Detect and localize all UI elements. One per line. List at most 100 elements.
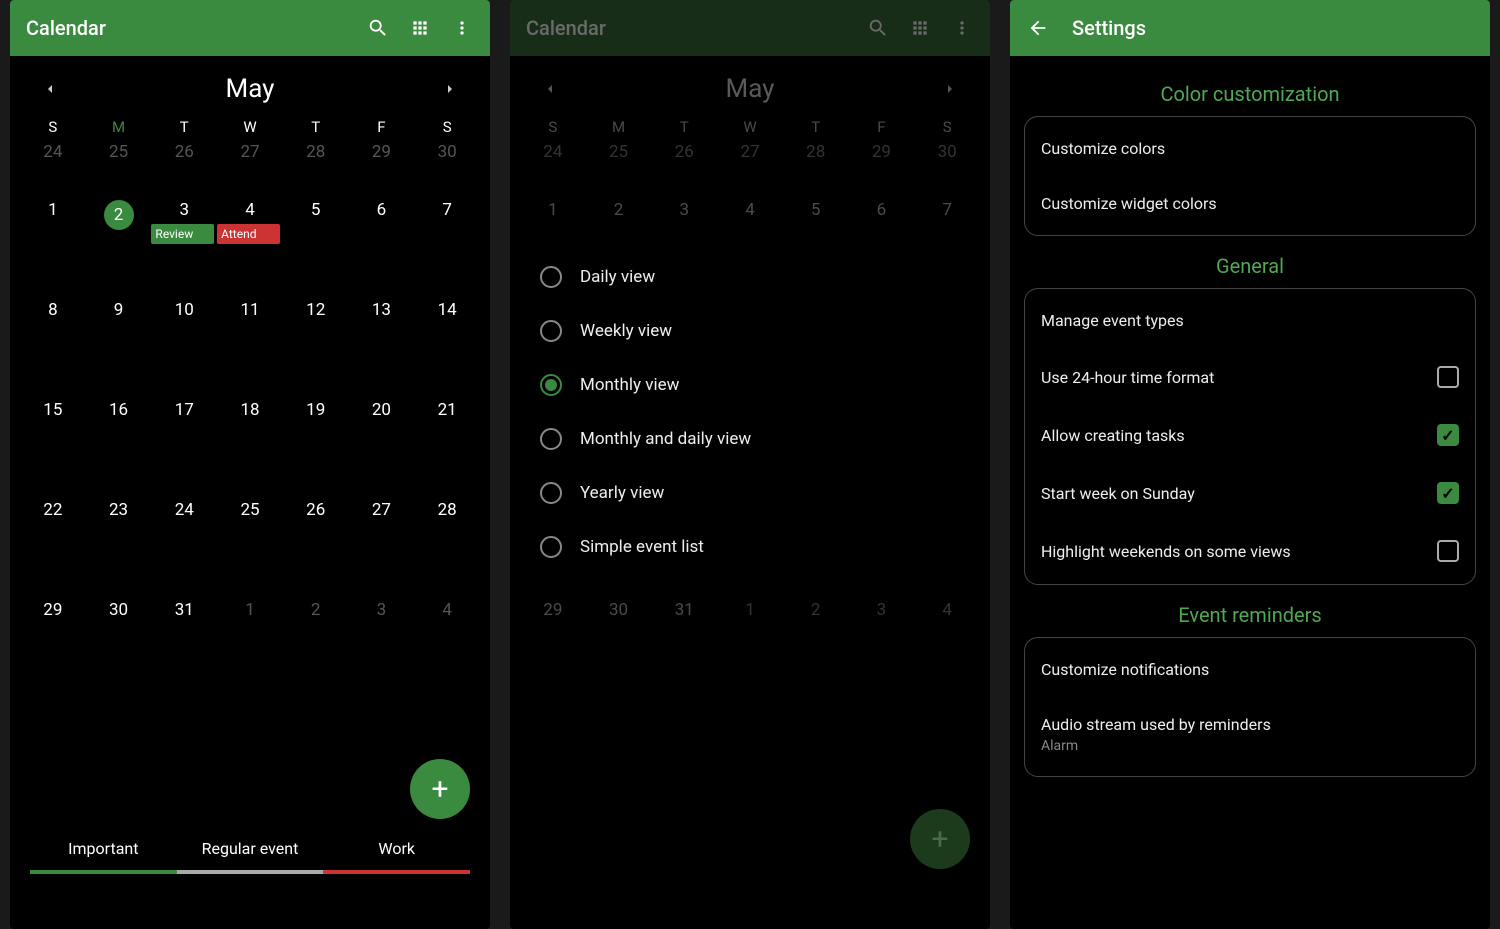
day-cell[interactable]: 29 (520, 594, 586, 694)
setting-label: Use 24-hour time format (1041, 368, 1214, 387)
filter-tab[interactable]: Work (323, 829, 470, 874)
setting-row[interactable]: Customize notifications (1025, 642, 1475, 697)
setting-row[interactable]: Use 24-hour time format (1025, 348, 1475, 406)
weekday-label: F (849, 112, 915, 136)
setting-customize-widget-colors[interactable]: Customize widget colors (1025, 176, 1475, 231)
setting-row[interactable]: Manage event types (1025, 293, 1475, 348)
day-cell[interactable]: 4 (414, 594, 480, 694)
prev-month-button[interactable] (40, 79, 60, 99)
more-icon (950, 16, 974, 40)
setting-row[interactable]: Highlight weekends on some views (1025, 522, 1475, 580)
checkbox-icon[interactable] (1437, 482, 1459, 504)
day-cell[interactable]: 14 (414, 294, 480, 394)
back-button[interactable] (1026, 16, 1050, 40)
event-chip-attend[interactable]: Attend (217, 224, 279, 244)
day-cell[interactable]: 12 (283, 294, 349, 394)
day-cell[interactable]: 3Review (151, 194, 217, 294)
view-option[interactable]: Yearly view (540, 466, 960, 520)
day-number: 29 (872, 142, 891, 162)
day-cell[interactable]: 30 (914, 136, 980, 194)
day-cell[interactable]: 20 (349, 394, 415, 494)
month-title[interactable]: May (226, 74, 275, 104)
day-cell[interactable]: 29 (20, 594, 86, 694)
day-cell[interactable]: 10 (151, 294, 217, 394)
view-option[interactable]: Simple event list (540, 520, 960, 574)
day-cell[interactable]: 1 (217, 594, 283, 694)
day-cell[interactable]: 8 (20, 294, 86, 394)
day-cell[interactable]: 3 (349, 594, 415, 694)
day-cell[interactable]: 3 (849, 594, 915, 694)
view-option[interactable]: Monthly view (540, 358, 960, 412)
event-chip-review[interactable]: Review (151, 224, 213, 244)
filter-tab[interactable]: Important (30, 829, 177, 874)
checkbox-icon[interactable] (1437, 540, 1459, 562)
day-cell[interactable]: 17 (151, 394, 217, 494)
search-icon[interactable] (366, 16, 390, 40)
day-cell[interactable]: 1 (717, 594, 783, 694)
day-cell[interactable]: 25 (217, 494, 283, 594)
next-month-button[interactable] (440, 79, 460, 99)
day-cell[interactable]: 31 (651, 594, 717, 694)
day-cell[interactable]: 30 (86, 594, 152, 694)
day-cell[interactable]: 30 (586, 594, 652, 694)
day-cell[interactable]: 27 (717, 136, 783, 194)
checkbox-icon[interactable] (1437, 424, 1459, 446)
day-cell[interactable]: 25 (586, 136, 652, 194)
view-grid-icon[interactable] (408, 16, 432, 40)
day-cell[interactable]: 31 (151, 594, 217, 694)
day-cell[interactable]: 1 (20, 194, 86, 294)
setting-sublabel: Alarm (1041, 738, 1271, 754)
day-cell[interactable]: 24 (151, 494, 217, 594)
day-cell[interactable]: 2 (783, 594, 849, 694)
day-cell[interactable]: 16 (86, 394, 152, 494)
radio-icon (540, 428, 562, 450)
view-option[interactable]: Daily view (540, 250, 960, 304)
settings-body[interactable]: Color customization Customize colors Cus… (1010, 56, 1490, 807)
setting-row[interactable]: Start week on Sunday (1025, 464, 1475, 522)
add-event-fab[interactable]: + (410, 759, 470, 819)
day-cell[interactable]: 18 (217, 394, 283, 494)
day-cell[interactable]: 25 (86, 136, 152, 194)
day-cell[interactable]: 13 (349, 294, 415, 394)
day-cell[interactable]: 27 (349, 494, 415, 594)
view-option[interactable]: Monthly and daily view (540, 412, 960, 466)
day-number: 17 (175, 400, 194, 420)
day-cell[interactable]: 28 (414, 494, 480, 594)
day-cell[interactable]: 11 (217, 294, 283, 394)
day-cell[interactable]: 4 (914, 594, 980, 694)
setting-row[interactable]: Allow creating tasks (1025, 406, 1475, 464)
setting-customize-colors[interactable]: Customize colors (1025, 121, 1475, 176)
day-cell[interactable]: 9 (86, 294, 152, 394)
day-cell[interactable]: 6 (349, 194, 415, 294)
day-cell[interactable]: 7 (414, 194, 480, 294)
day-cell[interactable]: 2 (86, 194, 152, 294)
day-cell[interactable]: 23 (86, 494, 152, 594)
more-icon[interactable] (450, 16, 474, 40)
day-cell[interactable]: 22 (20, 494, 86, 594)
day-cell[interactable]: 2 (283, 594, 349, 694)
view-option[interactable]: Weekly view (540, 304, 960, 358)
day-cell[interactable]: 5 (283, 194, 349, 294)
day-cell[interactable]: 28 (283, 136, 349, 194)
checkbox-icon[interactable] (1437, 366, 1459, 388)
day-number: 12 (306, 300, 325, 320)
filter-tab[interactable]: Regular event (177, 829, 324, 874)
day-cell[interactable]: 26 (151, 136, 217, 194)
day-cell[interactable]: 4Attend (217, 194, 283, 294)
day-cell[interactable]: 29 (349, 136, 415, 194)
day-cell[interactable]: 15 (20, 394, 86, 494)
day-cell[interactable]: 24 (20, 136, 86, 194)
day-cell[interactable]: 27 (217, 136, 283, 194)
day-number: 26 (306, 500, 325, 520)
day-cell[interactable]: 21 (414, 394, 480, 494)
next-month-button (940, 79, 960, 99)
day-cell[interactable]: 30 (414, 136, 480, 194)
day-cell[interactable]: 19 (283, 394, 349, 494)
day-cell[interactable]: 26 (651, 136, 717, 194)
day-cell[interactable]: 29 (849, 136, 915, 194)
day-cell[interactable]: 26 (283, 494, 349, 594)
setting-row[interactable]: Audio stream used by remindersAlarm (1025, 697, 1475, 772)
day-cell[interactable]: 24 (520, 136, 586, 194)
day-number: 26 (675, 142, 694, 162)
day-cell[interactable]: 28 (783, 136, 849, 194)
